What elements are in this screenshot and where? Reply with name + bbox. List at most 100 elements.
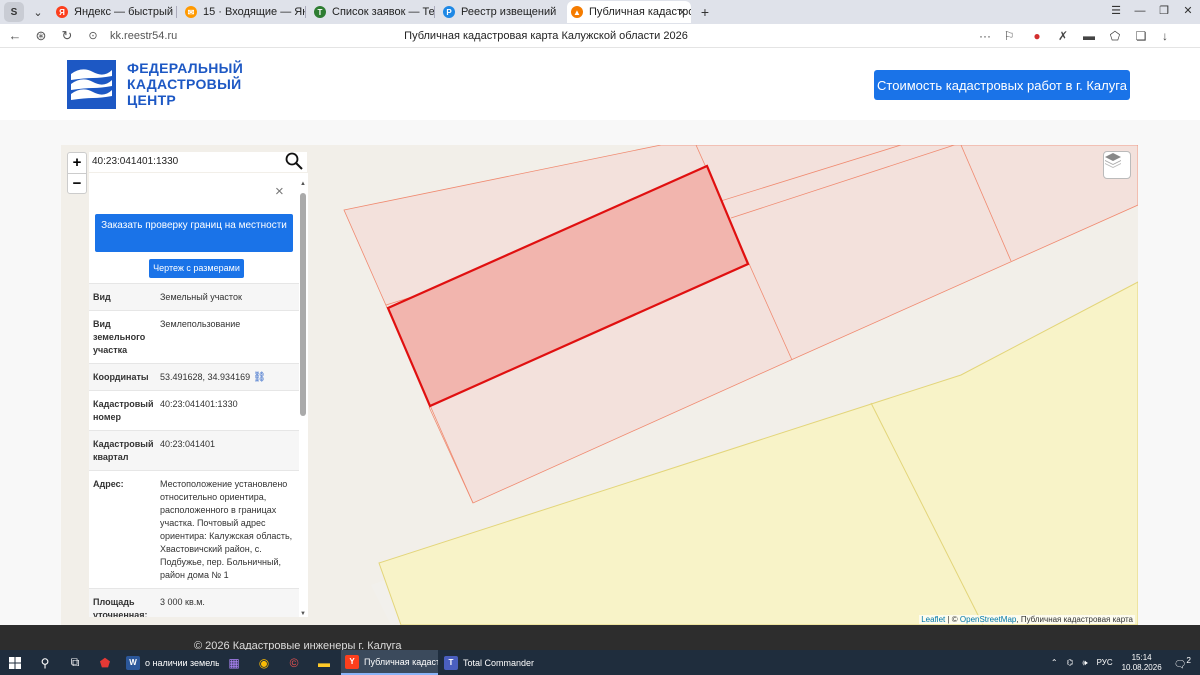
yandex-favicon-icon: Я — [56, 6, 68, 18]
more-dots-icon[interactable]: ··· — [972, 26, 998, 46]
tab-divider — [176, 6, 177, 18]
panel-scrollbar[interactable]: ▲ ▼ — [300, 181, 306, 617]
property-value: 53.491628, 34.934169 — [160, 372, 251, 382]
tab-technokad[interactable]: T Список заявок — ТехноКад — [310, 1, 434, 23]
map-attribution: Leaflet | © OpenStreetMap, Публичная кад… — [919, 615, 1135, 624]
taskbar-app-label: Total Commander ... — [463, 657, 537, 668]
property-key: Адрес: — [93, 479, 124, 489]
close-window-icon[interactable]: ✕ — [1176, 0, 1200, 24]
table-row: Координаты 53.491628, 34.934169 ⛓ — [89, 363, 299, 390]
bookmark-icon[interactable]: ⚐ — [996, 26, 1022, 46]
maximize-icon[interactable]: ❐ — [1152, 0, 1176, 24]
leaflet-link[interactable]: Leaflet — [921, 615, 945, 624]
logo-line: ФЕДЕРАЛЬНЫЙ — [127, 60, 244, 76]
property-value: 3 000 кв.м. — [160, 597, 205, 607]
tab-label: Реестр извещений — [461, 6, 557, 18]
clock[interactable]: 15:14 10.08.2026 — [1122, 653, 1162, 673]
cadastral-cost-button[interactable]: Стоимость кадастровых работ в г. Калуга — [874, 70, 1130, 100]
reestr-favicon-icon: Р — [443, 6, 455, 18]
property-value: 40:23:041401:1330 — [160, 399, 238, 409]
minimize-icon[interactable]: — — [1128, 0, 1152, 24]
logo-waves-icon[interactable] — [67, 60, 116, 109]
tabs-menu-chevron-icon[interactable]: ⌄ — [28, 2, 48, 22]
new-tab-plus-icon[interactable]: + — [697, 4, 713, 20]
site-header: ФЕДЕРАЛЬНЫЙ КАДАСТРОВЫЙ ЦЕНТР Стоимость … — [0, 48, 1200, 120]
osm-link[interactable]: OpenStreetMap — [960, 615, 1016, 624]
windows-taskbar: ⚲ ⧉ ⬟ W о наличии земель... ▦ ◉ © ▬ Y Пу… — [0, 650, 1200, 675]
property-value: Землепользование — [160, 319, 241, 329]
tab-yandex[interactable]: Я Яндекс — быстрый поиск — [52, 1, 176, 23]
extensions-icon[interactable]: ⬠ — [1102, 26, 1128, 46]
layers-icon[interactable] — [1103, 151, 1131, 179]
task-view-icon[interactable]: ⧉ — [60, 650, 90, 675]
taskbar-app-label: о наличии земель... — [145, 657, 219, 668]
cadastral-search-input[interactable]: 40:23:041401:1330 — [89, 152, 307, 172]
taskbar-app-browser[interactable]: Y Публичная кадаст... — [341, 650, 438, 675]
network-icon[interactable]: ⌬ — [1067, 658, 1074, 667]
downloads-icon[interactable]: ↓ — [1152, 26, 1178, 46]
property-key: Кадастровый номер — [93, 399, 154, 422]
parcel-info-panel: × Заказать проверку границ на местности … — [89, 173, 308, 617]
collections-icon[interactable]: ❏ — [1128, 26, 1154, 46]
search-icon[interactable]: ⚲ — [30, 650, 60, 675]
tab-label: Публичная кадастровая — [589, 6, 691, 18]
property-value: Земельный участок — [160, 292, 242, 302]
zoom-in-button[interactable]: + — [68, 153, 86, 173]
property-value: Местоположение установлено относительно … — [160, 479, 293, 580]
property-key: Вид земельного участка — [93, 319, 146, 355]
file-explorer-icon[interactable]: ▬ — [309, 650, 339, 675]
tab-reestr[interactable]: Р Реестр извещений — [439, 1, 563, 23]
bookmarks-icon[interactable]: ☰ — [1104, 0, 1128, 24]
table-row: Кадастровый квартал 40:23:041401 — [89, 430, 299, 470]
logo-text[interactable]: ФЕДЕРАЛЬНЫЙ КАДАСТРОВЫЙ ЦЕНТР — [127, 60, 243, 108]
attribution-separator: | © — [945, 615, 960, 624]
profile-button[interactable]: S — [4, 2, 24, 22]
page-title: Публичная кадастровая карта Калужской об… — [404, 30, 688, 42]
site-footer: © 2026 Кадастровые инженеры г. Калуга — [0, 625, 1200, 650]
page-band — [0, 120, 1200, 145]
volume-icon[interactable]: 🕪 — [1083, 658, 1088, 668]
taskbar-app-word[interactable]: W о наличии земель... — [122, 650, 219, 675]
ccleaner-icon[interactable]: © — [279, 650, 309, 675]
tab-close-icon[interactable]: ✕ — [678, 6, 687, 19]
chrome-icon[interactable]: ◉ — [249, 650, 279, 675]
copy-coordinates-icon[interactable]: ⛓ — [253, 372, 266, 383]
tab-cadastral-map[interactable]: ▲ Публичная кадастровая ✕ — [567, 1, 691, 23]
property-key: Вид — [93, 292, 111, 302]
footer-copyright: © 2026 Кадастровые инженеры г. Калуга — [194, 640, 402, 650]
winrar-icon[interactable]: ▦ — [219, 650, 249, 675]
tab-divider — [434, 6, 435, 18]
table-row: Вид Земельный участок — [89, 283, 299, 310]
scroll-up-icon[interactable]: ▲ — [300, 181, 306, 187]
cadastral-map[interactable]: + − 40:23:041401:1330 Leaflet | © OpenSt… — [61, 145, 1138, 625]
tab-label: Яндекс — быстрый поиск — [74, 6, 176, 18]
order-boundary-check-button[interactable]: Заказать проверку границ на местности — [95, 214, 293, 252]
scroll-thumb[interactable] — [300, 193, 306, 416]
taskbar-app-total-commander[interactable]: T Total Commander ... — [440, 650, 537, 675]
coordinates-value: 53.491628, 34.934169 ⛓ — [160, 371, 295, 384]
browser-tab-bar: S ⌄ Я Яндекс — быстрый поиск ✉ 15 · Вход… — [0, 0, 1200, 24]
close-icon[interactable]: × — [275, 183, 284, 200]
notifications-icon[interactable]: 🗨2 — [1174, 655, 1191, 670]
tab-label: Список заявок — ТехноКад — [332, 6, 434, 18]
page-margin-left — [0, 145, 61, 625]
windows-start-icon[interactable] — [0, 650, 30, 675]
clock-time: 15:14 — [1131, 652, 1152, 662]
drawing-with-dimensions-button[interactable]: Чертеж с размерами — [149, 259, 244, 278]
properties-table: Вид Земельный участок Вид земельного учас… — [89, 283, 299, 617]
tray-chevron-icon[interactable]: ⌃ — [1051, 658, 1058, 667]
property-key: Кадастровый квартал — [93, 439, 154, 462]
adblock-icon[interactable]: ● — [1024, 26, 1050, 46]
technokad-favicon-icon: T — [314, 6, 326, 18]
address-bar: ← ⊛ ↻ ⊙ kk.reestr54.ru Публичная кадастр… — [0, 24, 1200, 48]
tab-mail[interactable]: ✉ 15 · Входящие — Яндекс Почта — [181, 1, 305, 23]
scroll-down-icon[interactable]: ▼ — [300, 611, 306, 617]
total-commander-icon: T — [444, 655, 458, 670]
zoom-out-button[interactable]: − — [68, 173, 86, 193]
logo-line: КАДАСТРОВЫЙ — [127, 76, 242, 92]
cap-icon[interactable]: ▬ — [1076, 26, 1102, 46]
pdf-reader-icon[interactable]: ⬟ — [90, 650, 120, 675]
zoom-control: + − — [67, 152, 87, 194]
language-indicator[interactable]: РУС — [1097, 658, 1113, 667]
tools-icon[interactable]: ✗ — [1050, 26, 1076, 46]
